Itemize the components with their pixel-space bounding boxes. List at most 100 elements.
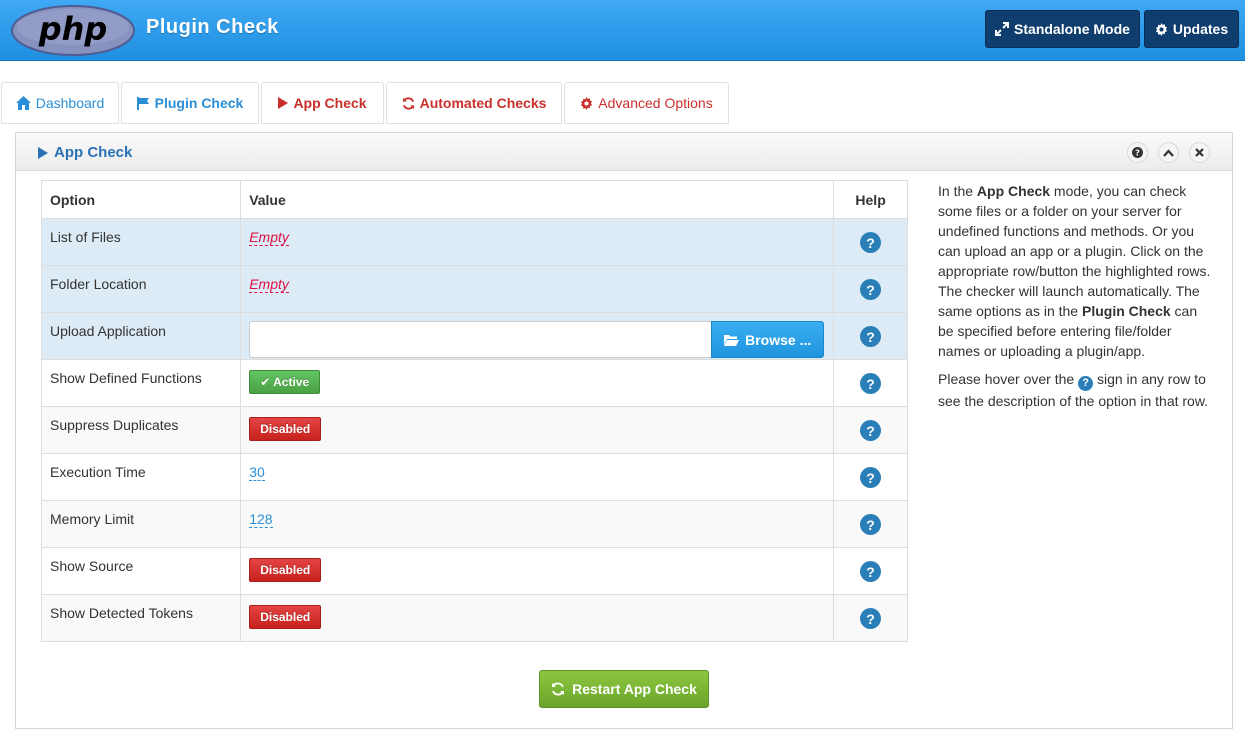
table-row-execution-time[interactable]: Execution Time 30 ? xyxy=(40,453,908,501)
option-name: Upload Application xyxy=(40,312,242,360)
option-name: Memory Limit xyxy=(40,500,242,548)
active-toggle[interactable]: ✔ Active xyxy=(249,370,321,394)
help-icon[interactable]: ? xyxy=(860,279,882,300)
help-text-segment: In the xyxy=(938,183,977,199)
app-check-panel: App Check ? Option Value Help List of Fi… xyxy=(15,132,1233,729)
restart-app-check-button[interactable]: Restart App Check xyxy=(539,670,709,708)
top-navbar: php Plugin Check Standalone Mode Updates xyxy=(0,0,1245,61)
help-text-bold: App Check xyxy=(976,183,1051,199)
standalone-mode-button[interactable]: Standalone Mode xyxy=(985,10,1140,48)
panel-help-button[interactable]: ? xyxy=(1127,142,1148,163)
folder-open-icon xyxy=(724,334,740,346)
table-row-show-detected-tokens[interactable]: Show Detected Tokens Disabled ? xyxy=(40,594,908,642)
svg-text:?: ? xyxy=(1135,148,1140,158)
folder-location-value[interactable]: Empty xyxy=(249,276,289,293)
help-paragraph-1: In the App Check mode, you can check som… xyxy=(938,181,1213,361)
tab-automated-checks[interactable]: Automated Checks xyxy=(386,82,562,124)
upload-file-field[interactable] xyxy=(249,321,712,358)
help-cell: ? xyxy=(833,218,908,266)
option-name: Suppress Duplicates xyxy=(40,406,242,454)
option-name: List of Files xyxy=(40,218,242,266)
play-icon xyxy=(38,146,48,159)
disabled-toggle[interactable]: Disabled xyxy=(249,417,322,441)
table-row-folder-location[interactable]: Folder Location Empty ? xyxy=(40,265,908,313)
option-value-cell: Empty xyxy=(240,265,835,313)
refresh-icon xyxy=(552,682,565,696)
help-icon[interactable]: ? xyxy=(860,467,882,488)
table-header-row: Option Value Help xyxy=(40,180,908,219)
table-row-list-of-files[interactable]: List of Files Empty ? xyxy=(40,218,908,266)
help-cell: ? xyxy=(833,547,908,595)
option-name: Show Detected Tokens xyxy=(40,594,242,642)
table-row-suppress-duplicates[interactable]: Suppress Duplicates Disabled ? xyxy=(40,406,908,454)
column-header-help: Help xyxy=(833,180,908,219)
updates-button[interactable]: Updates xyxy=(1144,10,1239,48)
table-row-memory-limit[interactable]: Memory Limit 128 ? xyxy=(40,500,908,548)
help-cell: ? xyxy=(833,265,908,313)
tab-plugin-check[interactable]: Plugin Check xyxy=(121,82,259,124)
play-icon xyxy=(278,97,289,109)
tab-app-check[interactable]: App Check xyxy=(261,82,384,124)
option-value-cell: Disabled xyxy=(240,547,835,595)
tab-dashboard[interactable]: Dashboard xyxy=(1,82,119,124)
svg-text:php: php xyxy=(38,10,108,48)
column-header-option: Option xyxy=(40,180,242,219)
tab-automated-checks-label: Automated Checks xyxy=(419,95,547,111)
tab-plugin-check-label: Plugin Check xyxy=(154,95,244,111)
panel-title-label: App Check xyxy=(54,144,133,161)
php-logo: php xyxy=(11,5,135,56)
option-value-cell: Disabled xyxy=(240,406,835,454)
table-row-upload-application[interactable]: Upload Application Browse ... ? xyxy=(40,312,908,360)
gear-icon xyxy=(581,96,593,110)
table-row-show-source[interactable]: Show Source Disabled ? xyxy=(40,547,908,595)
help-cell: ? xyxy=(833,594,908,642)
help-paragraph-2: Please hover over the ? sign in any row … xyxy=(938,369,1213,411)
tab-advanced-options[interactable]: Advanced Options xyxy=(564,82,729,124)
active-toggle-label: Active xyxy=(273,375,310,389)
help-icon[interactable]: ? xyxy=(860,561,882,582)
option-value-cell: 30 xyxy=(240,453,835,501)
panel-controls: ? xyxy=(1127,142,1210,163)
question-icon: ? xyxy=(1132,147,1143,158)
tab-dashboard-label: Dashboard xyxy=(35,95,105,111)
help-icon[interactable]: ? xyxy=(860,373,882,394)
home-icon xyxy=(15,96,31,110)
help-cell: ? xyxy=(833,453,908,501)
option-name: Folder Location xyxy=(40,265,242,313)
table-row-show-defined-functions[interactable]: Show Defined Functions ✔ Active ? xyxy=(40,359,908,407)
option-name: Execution Time xyxy=(40,453,242,501)
tab-advanced-options-label: Advanced Options xyxy=(598,95,713,111)
help-description: In the App Check mode, you can check som… xyxy=(938,181,1213,419)
options-table: Option Value Help List of Files Empty ? … xyxy=(40,180,908,642)
disabled-toggle[interactable]: Disabled xyxy=(249,558,322,582)
help-icon[interactable]: ? xyxy=(860,608,882,629)
option-value-cell: Disabled xyxy=(240,594,835,642)
panel-title[interactable]: App Check xyxy=(38,144,132,161)
panel-collapse-button[interactable] xyxy=(1158,142,1179,163)
help-text-segment: mode, you can check some files or a fold… xyxy=(938,183,1211,319)
list-of-files-value[interactable]: Empty xyxy=(249,229,289,246)
disabled-toggle[interactable]: Disabled xyxy=(249,605,322,629)
flag-icon xyxy=(136,96,149,110)
column-header-value: Value xyxy=(240,180,835,219)
refresh-icon xyxy=(402,96,414,110)
help-icon[interactable]: ? xyxy=(860,326,882,347)
panel-header: App Check ? xyxy=(16,133,1232,171)
help-text-segment: Please hover over the xyxy=(938,371,1079,387)
help-cell: ? xyxy=(833,359,908,407)
panel-close-button[interactable] xyxy=(1189,142,1210,163)
help-cell: ? xyxy=(833,500,908,548)
help-icon[interactable]: ? xyxy=(860,420,882,441)
close-icon xyxy=(1195,148,1204,157)
option-value-cell: Empty xyxy=(240,218,835,266)
memory-limit-value[interactable]: 128 xyxy=(249,511,273,528)
help-cell: ? xyxy=(833,312,908,360)
help-icon[interactable]: ? xyxy=(860,514,882,535)
help-cell: ? xyxy=(833,406,908,454)
execution-time-value[interactable]: 30 xyxy=(249,464,265,481)
app-title: Plugin Check xyxy=(146,16,279,38)
help-icon[interactable]: ? xyxy=(860,232,882,253)
browse-button[interactable]: Browse ... xyxy=(711,321,825,358)
option-value-cell: 128 xyxy=(240,500,835,548)
browse-button-label: Browse ... xyxy=(745,331,812,348)
